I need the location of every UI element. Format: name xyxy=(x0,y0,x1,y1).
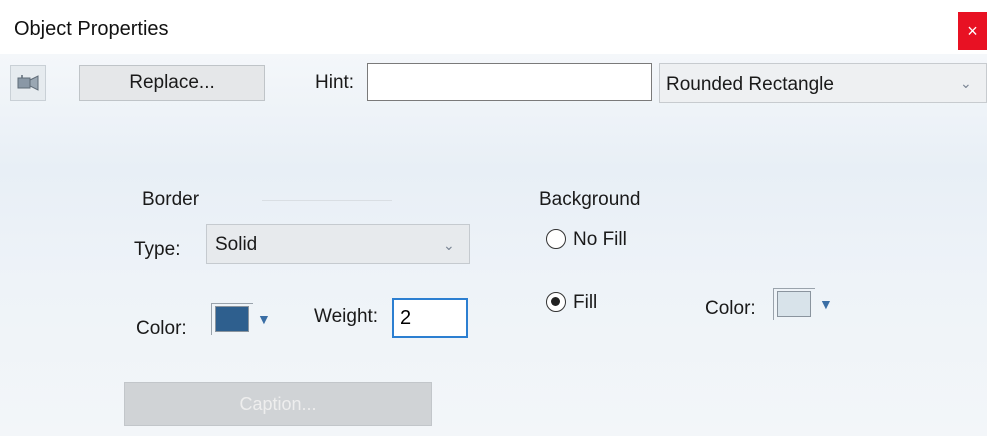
dialog-title: Object Properties xyxy=(14,18,169,40)
dropdown-arrow-icon[interactable]: ▼ xyxy=(819,296,833,312)
caption-button[interactable]: Caption... xyxy=(124,382,432,426)
no-fill-radio[interactable] xyxy=(546,229,566,249)
replace-button[interactable]: Replace... xyxy=(79,65,265,101)
border-color-label: Color: xyxy=(136,318,187,339)
object-properties-dialog: Object Properties × Replace... Hint: Rou… xyxy=(0,0,987,436)
border-color-picker[interactable]: ▼ xyxy=(211,303,275,337)
shape-type-select[interactable]: Rounded Rectangle ⌄ xyxy=(659,63,987,103)
title-bar: Object Properties × xyxy=(0,0,987,54)
border-type-label: Type: xyxy=(134,239,181,260)
border-weight-input[interactable] xyxy=(392,298,468,338)
no-fill-label[interactable]: No Fill xyxy=(573,229,627,251)
hint-label: Hint: xyxy=(315,72,355,93)
background-color-label: Color: xyxy=(705,298,756,319)
dropdown-arrow-icon[interactable]: ▼ xyxy=(257,311,271,327)
object-link-icon[interactable] xyxy=(10,65,46,101)
background-color-swatch xyxy=(777,291,811,317)
chevron-down-icon: ⌄ xyxy=(443,237,455,253)
border-group-divider xyxy=(262,200,392,201)
border-color-swatch xyxy=(215,306,249,332)
close-icon: × xyxy=(967,21,978,41)
fill-label[interactable]: Fill xyxy=(573,292,597,314)
fill-radio[interactable] xyxy=(546,292,566,312)
border-type-select[interactable]: Solid ⌄ xyxy=(206,224,470,264)
background-group-label: Background xyxy=(539,189,641,210)
hint-input[interactable] xyxy=(367,63,652,101)
shape-type-value: Rounded Rectangle xyxy=(666,74,834,95)
border-type-value: Solid xyxy=(215,234,258,255)
border-group-label: Border xyxy=(142,189,200,210)
chevron-down-icon: ⌄ xyxy=(960,75,972,91)
dialog-content: Replace... Hint: Rounded Rectangle ⌄ Bor… xyxy=(0,54,987,436)
background-color-picker[interactable]: ▼ xyxy=(773,288,837,322)
border-weight-label: Weight: xyxy=(314,306,379,327)
close-button[interactable]: × xyxy=(958,12,987,50)
